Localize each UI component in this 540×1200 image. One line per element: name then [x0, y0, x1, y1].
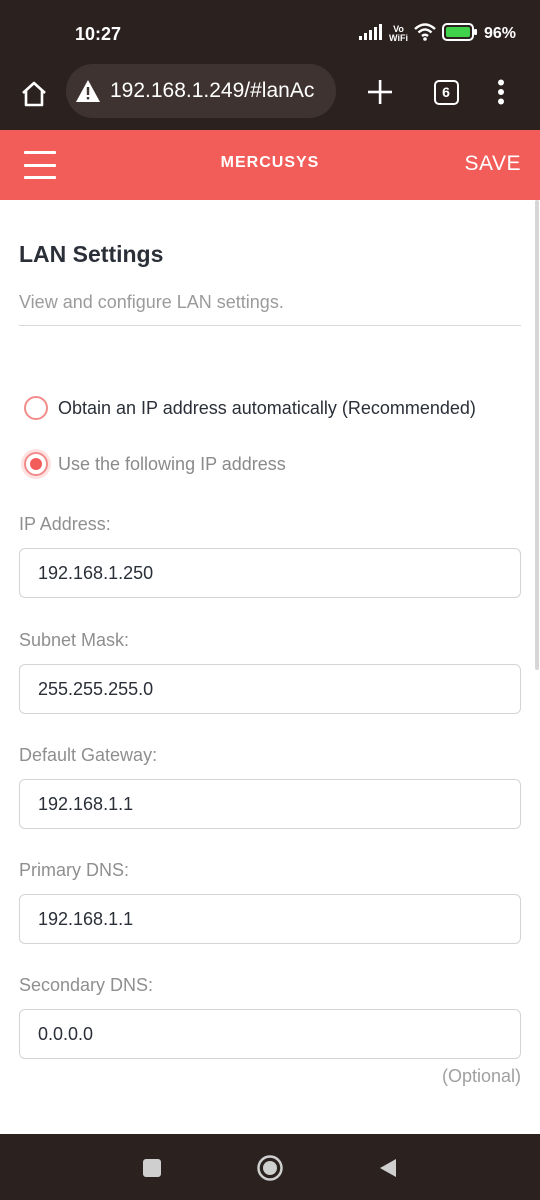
vowifi-icon: Vo WiFi — [389, 25, 408, 43]
subnet-mask-label: Subnet Mask: — [19, 630, 130, 650]
status-time: 10:27 — [75, 24, 122, 44]
recents-button[interactable] — [136, 1152, 168, 1184]
battery-icon — [441, 22, 478, 46]
scrollbar[interactable] — [534, 200, 540, 1134]
primary-dns-label: Primary DNS: — [19, 860, 130, 880]
ip-address-label: IP Address: — [19, 514, 111, 534]
page-title: LAN Settings — [19, 241, 164, 267]
radio-label-static[interactable]: Use the following IP address — [58, 454, 286, 475]
circle-home-icon — [257, 1155, 283, 1181]
home-icon — [22, 81, 46, 107]
new-tab-button[interactable] — [360, 72, 400, 112]
secondary-dns-input[interactable] — [19, 1009, 521, 1059]
scrollbar-thumb[interactable] — [535, 200, 539, 670]
url-text[interactable]: 192.168.1.249/#lanAc — [110, 79, 314, 103]
default-gateway-input[interactable] — [19, 779, 521, 829]
secondary-dns-label: Secondary DNS: — [19, 975, 154, 995]
ip-address-input[interactable] — [19, 548, 521, 598]
brand-logo: MERCUSYS — [220, 154, 320, 171]
status-bar: 10:27 Vo WiFi 96% — [0, 0, 540, 58]
tab-switcher-button[interactable]: 6 — [430, 76, 462, 108]
more-vert-icon — [498, 79, 504, 105]
lan-settings-panel: LAN Settings View and configure LAN sett… — [0, 200, 540, 1134]
browser-menu-button[interactable] — [486, 72, 516, 112]
radio-button-static[interactable] — [24, 452, 48, 476]
default-gateway-label: Default Gateway: — [19, 745, 158, 765]
radio-label-automatic[interactable]: Obtain an IP address automatically (Reco… — [58, 398, 476, 419]
wifi-icon — [414, 22, 436, 46]
browser-toolbar: 192.168.1.249/#lanAc 6 — [0, 58, 540, 130]
tab-count: 6 — [433, 79, 459, 105]
battery-percent: 96% — [483, 25, 516, 42]
signal-icon — [359, 23, 383, 45]
app-header: MERCUSYS SAVE — [0, 130, 540, 200]
radio-option-automatic[interactable]: Obtain an IP address automatically (Reco… — [24, 396, 476, 420]
plus-icon — [368, 80, 392, 104]
divider — [19, 325, 521, 326]
optional-hint: (Optional) — [441, 1066, 521, 1086]
address-bar[interactable]: 192.168.1.249/#lanAc — [66, 64, 336, 118]
back-button[interactable] — [372, 1152, 404, 1184]
square-icon — [143, 1159, 161, 1177]
home-nav-button[interactable] — [254, 1152, 286, 1184]
subnet-mask-input[interactable] — [19, 664, 521, 714]
radio-button-automatic[interactable] — [24, 396, 48, 420]
warning-icon[interactable] — [74, 77, 102, 105]
back-triangle-icon — [380, 1159, 396, 1177]
status-icons: Vo WiFi 96% — [359, 22, 516, 46]
save-button[interactable]: SAVE — [465, 152, 521, 176]
home-button[interactable] — [14, 74, 54, 114]
page-description: View and configure LAN settings. — [19, 292, 284, 312]
primary-dns-input[interactable] — [19, 894, 521, 944]
system-navigation-bar — [0, 1134, 540, 1200]
vowifi-bottom-label: WiFi — [389, 33, 408, 43]
radio-option-static[interactable]: Use the following IP address — [24, 452, 286, 476]
